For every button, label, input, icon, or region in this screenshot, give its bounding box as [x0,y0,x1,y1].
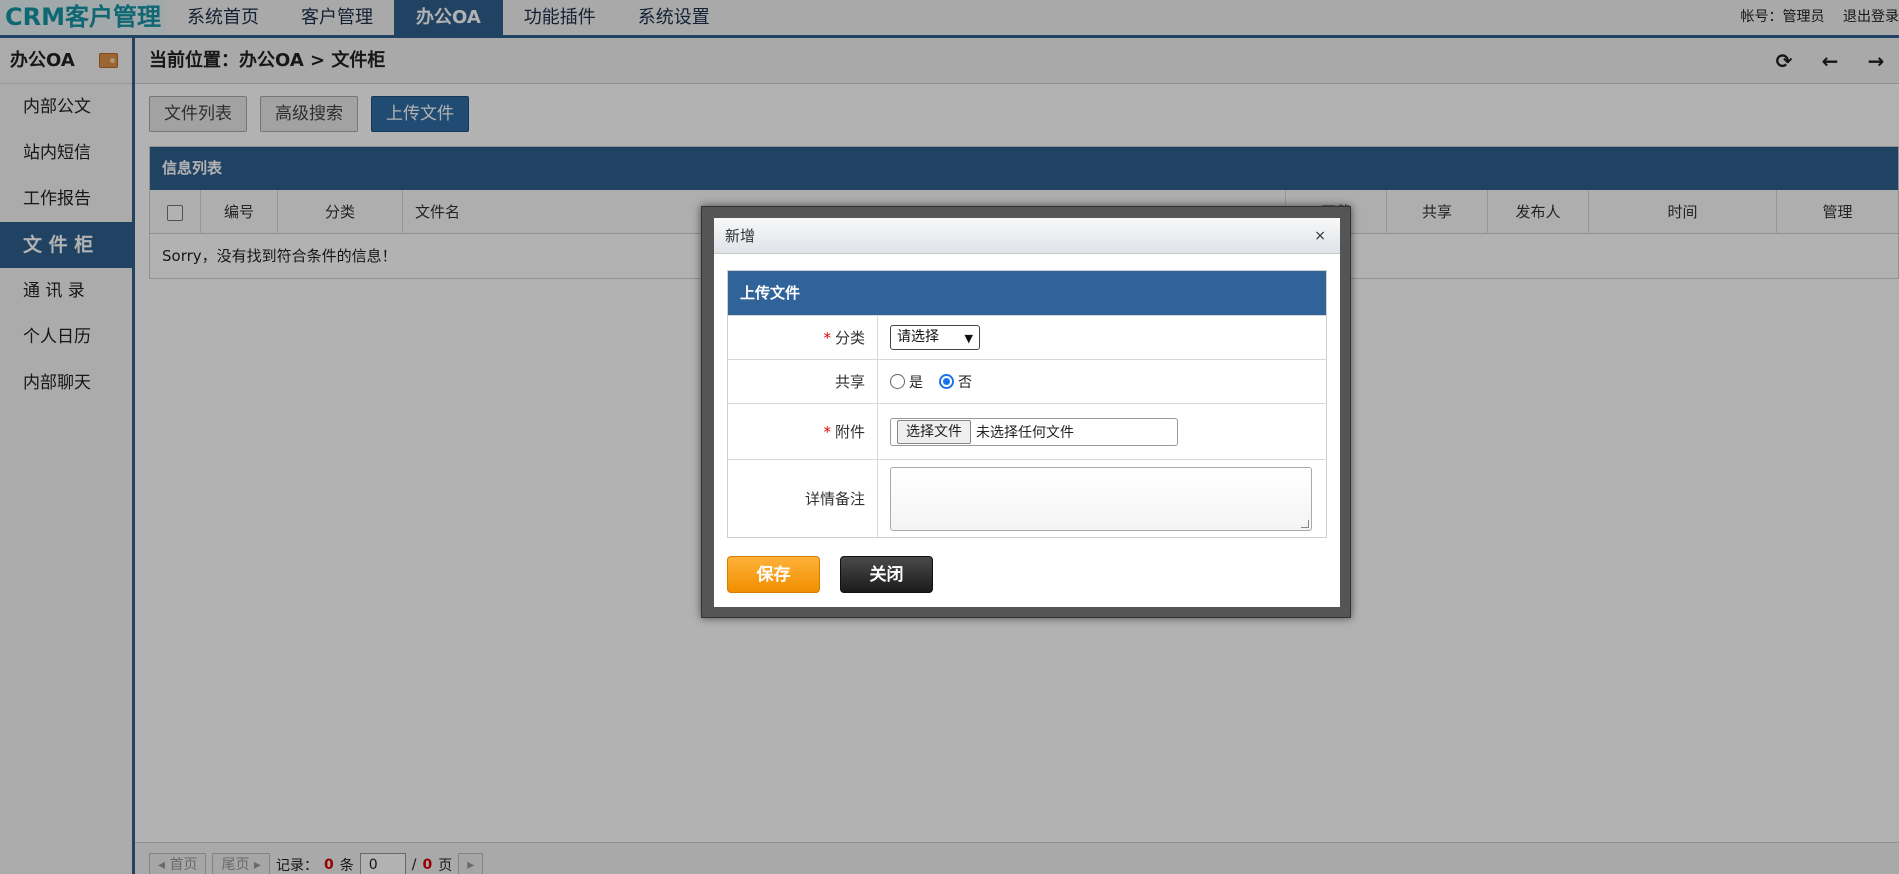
choose-file-button[interactable]: 选择文件 [897,419,971,444]
category-label: * 分类 [728,316,878,359]
form-row-share: 共享 是 否 [728,359,1326,403]
category-label-text: 分类 [834,329,865,347]
share-label: 共享 [728,360,878,403]
attachment-label-text: 附件 [834,423,865,441]
dialog-frame: 新增 × 上传文件 * 分类 请选择 ▼ 共享 是 否 * 附件 选择文件 未选… [701,206,1351,618]
form-row-attachment: * 附件 选择文件 未选择任何文件 [728,403,1326,459]
share-yes-radio[interactable] [890,374,905,389]
file-input[interactable]: 选择文件 未选择任何文件 [890,417,1178,446]
category-selected-value: 请选择 [897,329,939,345]
attachment-field: 选择文件 未选择任何文件 [878,404,1326,459]
share-yes-label: 是 [909,374,923,391]
form-row-category: * 分类 请选择 ▼ [728,315,1326,359]
add-dialog: 新增 × 上传文件 * 分类 请选择 ▼ 共享 是 否 * 附件 选择文件 未选… [714,218,1340,607]
notes-textarea[interactable] [890,466,1312,531]
category-field: 请选择 ▼ [878,316,1326,359]
required-mark: * [823,422,831,441]
save-button[interactable]: 保存 [727,556,820,593]
chevron-down-icon: ▼ [964,332,973,345]
close-button[interactable]: 关闭 [840,556,933,593]
share-no-radio[interactable] [939,374,954,389]
notes-field [878,460,1326,537]
category-select[interactable]: 请选择 ▼ [890,325,980,350]
dialog-buttons: 保存 关闭 [727,556,933,593]
dialog-title: 新增 [725,227,756,245]
close-icon[interactable]: × [1314,218,1326,254]
file-status: 未选择任何文件 [976,424,1074,441]
upload-form: 上传文件 * 分类 请选择 ▼ 共享 是 否 * 附件 选择文件 未选择任何文件… [727,270,1327,538]
share-no-label: 否 [958,374,972,391]
attachment-label: * 附件 [728,404,878,459]
form-row-notes: 详情备注 [728,459,1326,537]
required-mark: * [823,328,831,347]
form-caption: 上传文件 [728,271,1326,315]
share-field: 是 否 [878,360,1326,403]
dialog-title-bar: 新增 × [714,218,1340,254]
notes-label: 详情备注 [728,460,878,537]
